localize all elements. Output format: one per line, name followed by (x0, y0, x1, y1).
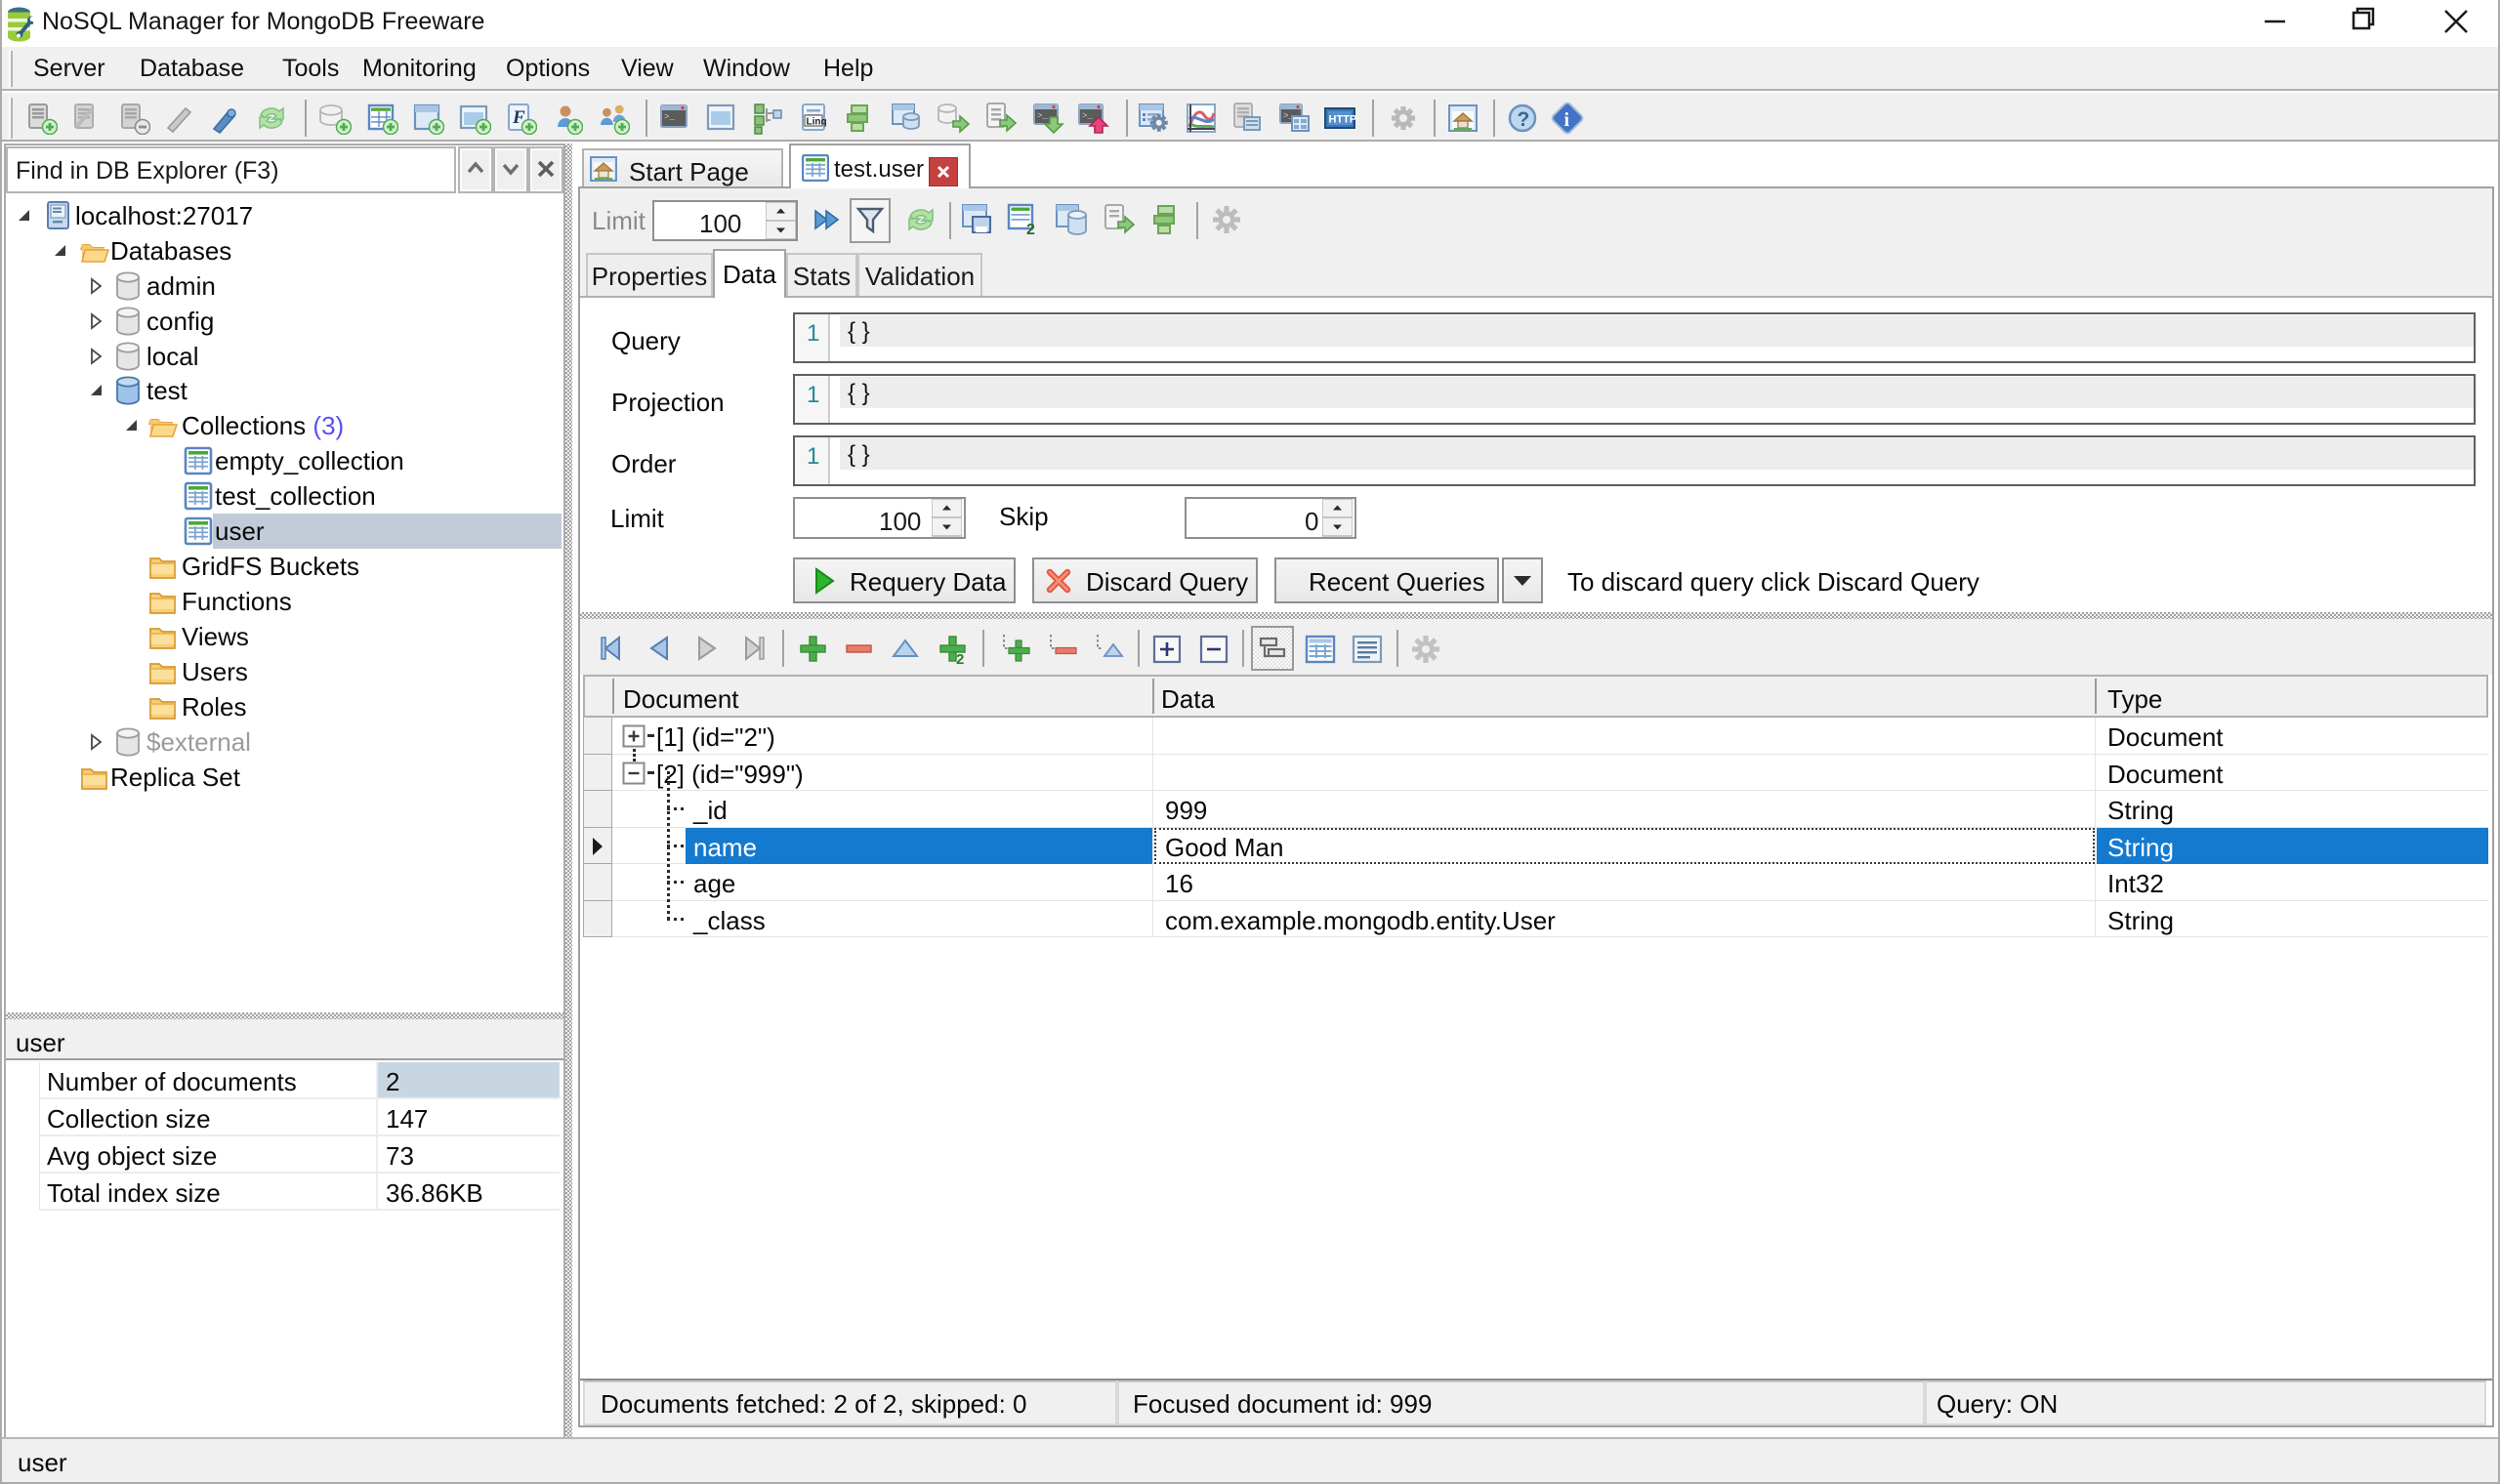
svg-text:i: i (1564, 109, 1570, 131)
svg-text:2: 2 (1026, 222, 1035, 236)
svg-text:Linq: Linq (807, 117, 827, 128)
svg-text:2: 2 (956, 651, 964, 665)
svg-text:>_: >_ (1037, 111, 1048, 121)
svg-text:HTTP: HTTP (1329, 114, 1357, 126)
svg-text:?: ? (1518, 108, 1530, 131)
svg-text:>_: >_ (1082, 111, 1093, 121)
svg-text:>_: >_ (664, 112, 675, 122)
